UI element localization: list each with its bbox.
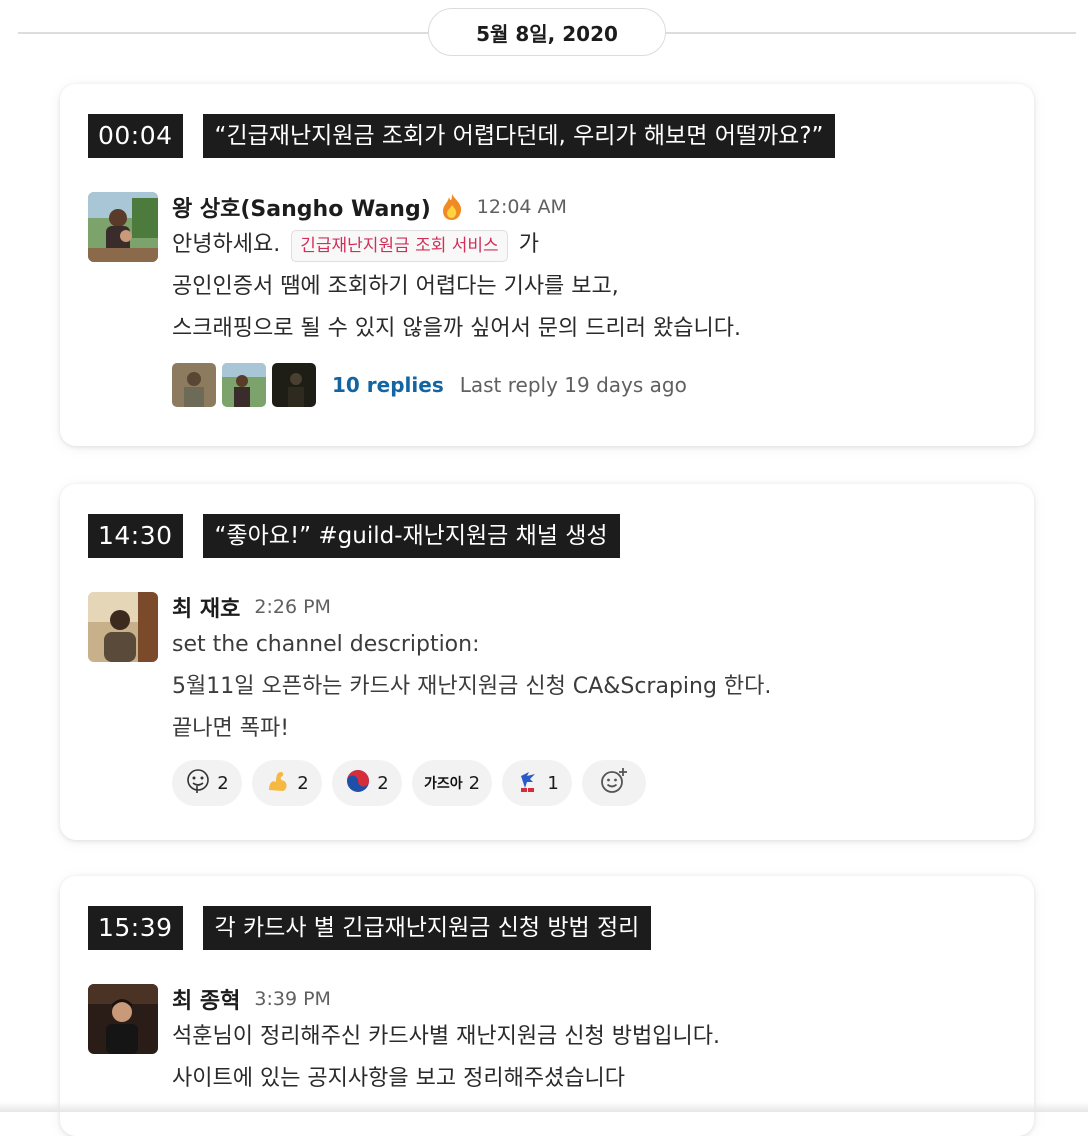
taegeuk-emoji-icon [345,768,371,798]
reaction-pill[interactable]: 2 [172,760,242,806]
card-header: 14:30 “좋아요!” #guild-재난지원금 채널 생성 [88,514,620,558]
time-tag: 15:39 [88,906,183,950]
reaction-count: 1 [547,772,559,794]
message-card-1: 00:04 “긴급재난지원금 조회가 어렵다던데, 우리가 해보면 어떨까요?”… [60,84,1034,446]
message-body: 왕 상호(Sangho Wang) 12:04 AM 안녕하세요. 긴급재난지원… [172,190,1006,408]
timestamp[interactable]: 3:39 PM [254,988,331,1010]
message-meta: 최 종혁 3:39 PM [172,982,1006,1016]
fire-emoji-icon [441,193,463,221]
author-name[interactable]: 최 재호 [172,591,240,623]
avatar[interactable] [88,984,158,1054]
message-line: 공인인증서 땜에 조회하기 어렵다는 기사를 보고, [172,274,619,299]
reaction-pill[interactable]: 가즈아 2 [412,760,493,806]
thread-summary[interactable]: 10 replies Last reply 19 days ago [172,362,1006,408]
thread-last-reply: Last reply 19 days ago [459,373,687,397]
reaction-pill[interactable]: 1 [502,760,573,806]
date-pill[interactable]: 5월 8일, 2020 [428,8,666,56]
timestamp[interactable]: 2:26 PM [254,596,331,618]
reaction-count: 2 [377,772,389,794]
gajua-text-emoji-icon: 가즈아 [424,776,463,792]
date-divider: 5월 8일, 2020 [0,0,1088,62]
author-name[interactable]: 최 종혁 [172,983,240,1015]
bottom-fade [0,1102,1088,1112]
card-header: 00:04 “긴급재난지원금 조회가 어렵다던데, 우리가 해보면 어떨까요?” [88,114,836,158]
message-line: 스크래핑으로 될 수 있지 않을까 싶어서 문의 드리러 왔습니다. [172,316,741,341]
message-meta: 왕 상호(Sangho Wang) 12:04 AM [172,190,1006,224]
title-tag: “긴급재난지원금 조회가 어렵다던데, 우리가 해보면 어떨까요?” [202,114,836,158]
reaction-count: 2 [217,772,229,794]
time-tag: 14:30 [88,514,183,558]
message-line: 끝나면 폭파! [172,716,290,741]
add-reaction-icon [599,766,629,800]
card-header: 15:39 각 카드사 별 긴급재난지원금 신청 방법 정리 [88,906,652,950]
message-line: 석훈님이 정리해주신 카드사별 재난지원금 신청 방법입니다. [172,1024,720,1049]
inline-code: 긴급재난지원금 조회 서비스 [291,230,508,262]
thread-participant-avatar [272,363,316,407]
sonic-emoji-icon [515,768,541,798]
reaction-pill[interactable]: 2 [332,760,402,806]
message-text: 안녕하세요. [172,232,281,257]
message-text: 가 [518,232,539,257]
message-line: 5월11일 오픈하는 카드사 재난지원금 신청 CA&Scraping 한다. [172,674,772,699]
message-body: 최 종혁 3:39 PM 석훈님이 정리해주신 카드사별 재난지원금 신청 방법… [172,982,1006,1100]
thread-participant-avatar [222,363,266,407]
message-meta: 최 재호 2:26 PM [172,590,1006,624]
time-tag: 00:04 [88,114,183,158]
message-body: 최 재호 2:26 PM set the channel description… [172,590,1006,806]
thread-participant-avatar [172,363,216,407]
message-line: set the channel description: [172,632,480,657]
drooling-face-emoji-icon [185,768,211,798]
reaction-count: 2 [297,772,309,794]
thread-replies-link[interactable]: 10 replies [332,373,444,397]
avatar[interactable] [88,192,158,262]
author-name[interactable]: 왕 상호(Sangho Wang) [172,191,431,223]
avatar[interactable] [88,592,158,662]
reaction-count: 2 [468,772,481,794]
reaction-bar: 2 2 2 가즈아 2 1 [172,760,1006,806]
message-line: 안녕하세요. 긴급재난지원금 조회 서비스 가 [172,224,1006,266]
message-line: 사이트에 있는 공지사항을 보고 정리해주셨습니다 [172,1066,626,1091]
reaction-pill[interactable]: 2 [252,760,322,806]
message-card-2: 14:30 “좋아요!” #guild-재난지원금 채널 생성 최 재호 2:2… [60,484,1034,840]
message-card-3: 15:39 각 카드사 별 긴급재난지원금 신청 방법 정리 최 종혁 3:39… [60,876,1034,1136]
add-reaction-button[interactable] [582,760,647,806]
title-tag: “좋아요!” #guild-재난지원금 채널 생성 [202,514,620,558]
title-tag: 각 카드사 별 긴급재난지원금 신청 방법 정리 [202,906,652,950]
flexed-biceps-emoji-icon [265,768,291,798]
timestamp[interactable]: 12:04 AM [477,196,567,218]
